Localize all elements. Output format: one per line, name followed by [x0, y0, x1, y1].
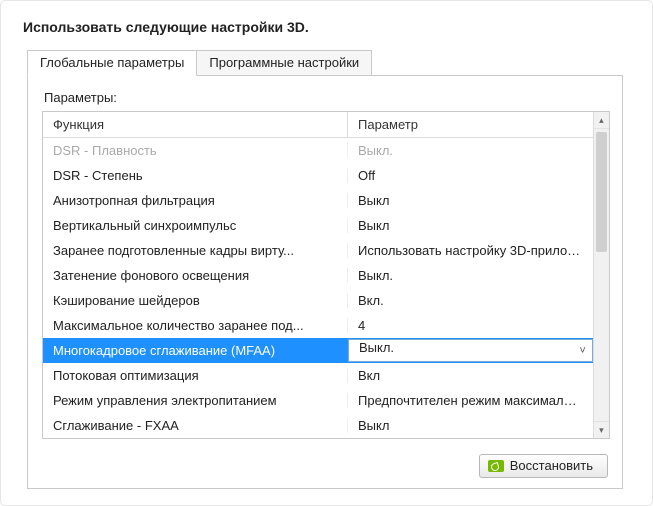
grid-columns: Функция Параметр DSR - ПлавностьВыкл.DSR… [43, 112, 593, 438]
row-value: Выкл. [348, 268, 593, 283]
tab-strip: Глобальные параметры Программные настрой… [27, 49, 623, 75]
row-value-text: Выкл. [358, 268, 393, 283]
row-value: Off [348, 168, 593, 183]
table-row[interactable]: Кэширование шейдеров Вкл. [43, 288, 593, 313]
column-value-label: Параметр [358, 117, 418, 132]
table-row[interactable]: DSR - Степень Off [43, 163, 593, 188]
table-row[interactable]: Затенение фонового освещения Выкл. [43, 263, 593, 288]
tab-program[interactable]: Программные настройки [197, 50, 372, 76]
row-value-text: Вкл. [358, 293, 384, 308]
row-function: Многокадровое сглаживание (MFAA) [43, 343, 348, 358]
table-row[interactable]: Вертикальный синхроимпульс Выкл [43, 213, 593, 238]
row-value-text: 4 [358, 318, 365, 333]
row-value-dropdown[interactable]: Выкл. ˅ [348, 339, 593, 362]
table-row[interactable]: Анизотропная фильтрация Выкл [43, 188, 593, 213]
row-function: Сглаживание - FXAA [43, 418, 348, 433]
table-row[interactable]: DSR - Плавность Выкл. [43, 138, 593, 163]
tab-program-label: Программные настройки [209, 55, 359, 70]
row-value-text: Выкл [358, 418, 389, 433]
row-function: Максимальное количество заранее под... [43, 318, 348, 333]
grid-rows: DSR - Плавность Выкл. DSR - Степень Off Аниз… [43, 138, 593, 438]
scroll-thumb[interactable] [596, 132, 607, 252]
row-function: Заранее подготовленные кадры вирту... [43, 243, 348, 258]
settings-grid: Функция Параметр DSR - ПлавностьВыкл.DSR… [42, 111, 610, 439]
row-value-text: Выкл. [358, 143, 393, 158]
row-value: Выкл [348, 193, 593, 208]
row-value-text: Off [358, 168, 375, 183]
tab-global-label: Глобальные параметры [40, 55, 184, 70]
row-function: Потоковая оптимизация [43, 368, 348, 383]
table-row[interactable]: Потоковая оптимизация Вкл [43, 363, 593, 388]
scroll-down-arrow[interactable]: ▾ [594, 421, 609, 438]
row-function: DSR - Степень [43, 168, 348, 183]
nvidia-icon [488, 460, 504, 472]
tabs-container: Глобальные параметры Программные настрой… [27, 49, 623, 489]
scroll-up-arrow[interactable]: ▴ [594, 112, 609, 129]
column-function-label: Функция [53, 117, 104, 132]
row-value: Вкл [348, 368, 593, 383]
row-function: Режим управления электропитанием [43, 393, 348, 408]
tab-global[interactable]: Глобальные параметры [27, 50, 197, 76]
row-value-text: Выкл [358, 218, 389, 233]
row-value-text: Предпочтителен режим максимальной п... [358, 393, 593, 408]
row-value: Выкл [348, 418, 593, 433]
parameters-label: Параметры: [44, 90, 608, 105]
row-value: Использовать настройку 3D-приложения [348, 243, 593, 258]
grid-header: Функция Параметр [43, 112, 593, 138]
table-row[interactable]: Сглаживание - FXAA Выкл [43, 413, 593, 438]
row-function: DSR - Плавность [43, 143, 348, 158]
tab-body-global: Параметры: Функция Параметр DSR - Плавно… [27, 75, 623, 489]
row-value: Вкл. [348, 293, 593, 308]
restore-button[interactable]: Восстановить [479, 454, 608, 478]
row-value-text: Выкл [358, 193, 389, 208]
row-function: Затенение фонового освещения [43, 268, 348, 283]
footer: Восстановить [479, 454, 608, 478]
row-value: Предпочтителен режим максимальной п... [348, 393, 593, 408]
column-function[interactable]: Функция [43, 112, 348, 137]
table-row[interactable]: Многокадровое сглаживание (MFAA) Выкл. ˅ [43, 338, 593, 363]
row-function: Анизотропная фильтрация [43, 193, 348, 208]
row-value-text: Использовать настройку 3D-приложения [358, 243, 593, 258]
table-row[interactable]: Заранее подготовленные кадры вирту... Исп… [43, 238, 593, 263]
chevron-down-icon: ˅ [579, 345, 585, 357]
panel-title: Использовать следующие настройки 3D. [23, 19, 630, 35]
row-function: Вертикальный синхроимпульс [43, 218, 348, 233]
row-value: Выкл [348, 218, 593, 233]
settings-panel: Использовать следующие настройки 3D. Гло… [0, 0, 653, 506]
column-value[interactable]: Параметр [348, 112, 593, 137]
restore-button-label: Восстановить [510, 458, 593, 473]
table-row[interactable]: Максимальное количество заранее под... 4 [43, 313, 593, 338]
row-value: 4 [348, 318, 593, 333]
row-value-text: Выкл. [359, 340, 394, 355]
row-value: Выкл. [348, 143, 593, 158]
row-function: Кэширование шейдеров [43, 293, 348, 308]
vertical-scrollbar[interactable]: ▴ ▾ [593, 112, 609, 438]
table-row[interactable]: Режим управления электропитанием Предпочт… [43, 388, 593, 413]
row-value-text: Вкл [358, 368, 380, 383]
